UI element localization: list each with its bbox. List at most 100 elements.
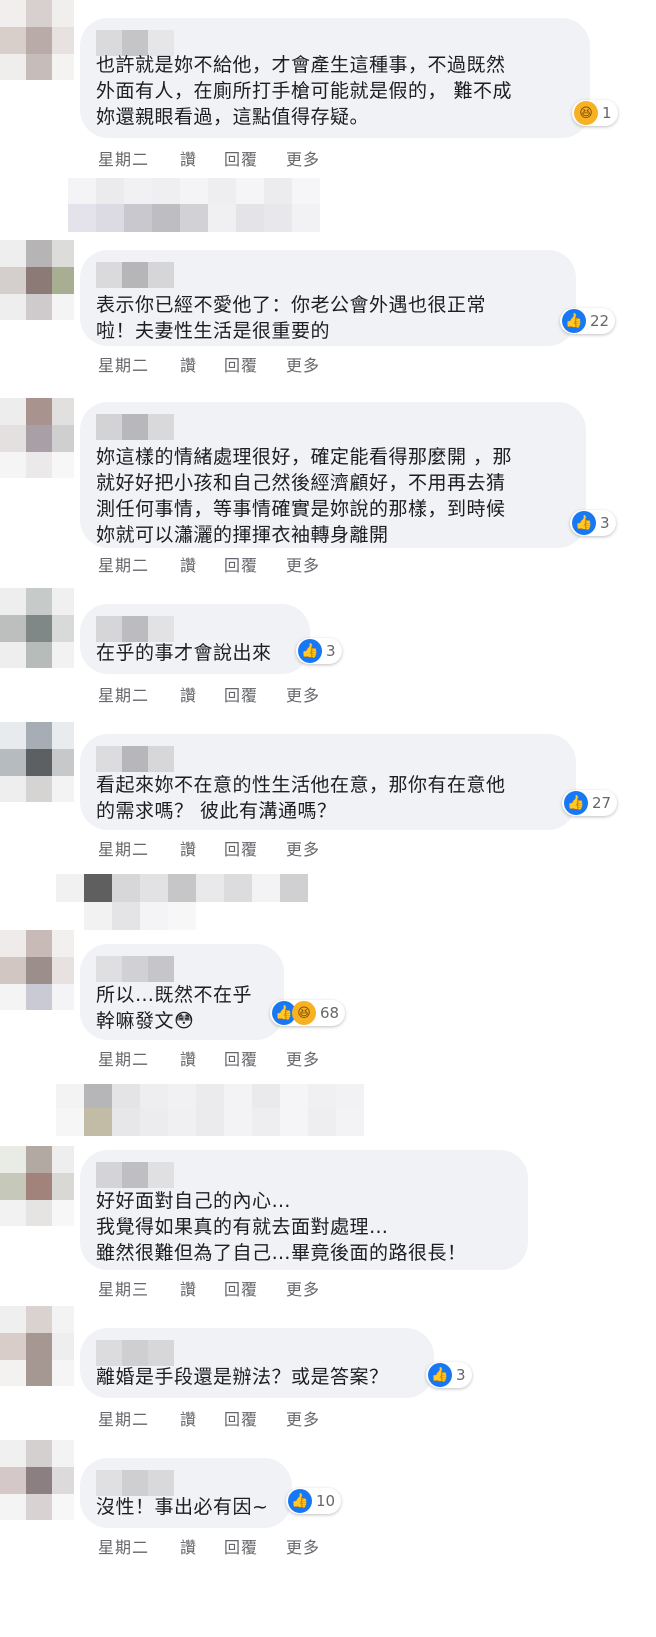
reaction-summary[interactable]: 👍 3 bbox=[426, 1362, 472, 1388]
like-link[interactable]: 讚 bbox=[180, 836, 224, 860]
comment-timestamp[interactable]: 星期二 bbox=[98, 1406, 180, 1430]
commenter-name[interactable] bbox=[96, 262, 558, 288]
avatar[interactable] bbox=[0, 240, 74, 320]
reply-link[interactable]: 回覆 bbox=[224, 552, 286, 576]
comment-bubble: 沒性！事出必有因~ bbox=[80, 1458, 292, 1528]
avatar[interactable] bbox=[0, 930, 74, 1010]
comment-timestamp[interactable]: 星期二 bbox=[98, 1046, 180, 1070]
like-link[interactable]: 讚 bbox=[180, 352, 224, 376]
comment-bubble: 妳這樣的情緒處理很好，確定能看得那麼開 ，那 就好好把小孩和自己然後經濟顧好，不… bbox=[80, 402, 586, 548]
more-link[interactable]: 更多 bbox=[286, 1276, 320, 1300]
reaction-summary[interactable]: 👍 3 bbox=[570, 510, 616, 536]
haha-reaction-icon: 😆 bbox=[574, 101, 598, 125]
like-link[interactable]: 讚 bbox=[180, 552, 224, 576]
comment-timestamp[interactable]: 星期三 bbox=[98, 1276, 180, 1300]
avatar[interactable] bbox=[0, 588, 74, 668]
like-link[interactable]: 讚 bbox=[180, 146, 224, 170]
more-link[interactable]: 更多 bbox=[286, 552, 320, 576]
commenter-name[interactable] bbox=[96, 414, 568, 440]
reaction-summary[interactable]: 👍 22 bbox=[560, 308, 616, 334]
comment-bubble: 也許就是妳不給他，才會產生這種事，不過既然 外面有人，在廁所打手槍可能就是假的，… bbox=[80, 18, 590, 138]
comment-text: 看起來妳不在意的性生活他在意，那你有在意他 的需求嗎？ 彼此有溝通嗎？ bbox=[96, 774, 506, 822]
reply-link[interactable]: 回覆 bbox=[224, 146, 286, 170]
comment-text: 所以…既然不在乎 幹嘛發文😳 bbox=[96, 984, 253, 1032]
reply-thread-link[interactable] bbox=[68, 178, 320, 206]
comment-text: 表示你已經不愛他了：你老公會外遇也很正常 啦！夫妻性生活是很重要的 bbox=[96, 294, 487, 342]
comment-text: 好好面對自己的內心… 我覺得如果真的有就去面對處理… 雖然很難但為了自己…畢竟後… bbox=[96, 1190, 467, 1264]
like-reaction-icon: 👍 bbox=[562, 309, 586, 333]
reply-link[interactable]: 回覆 bbox=[224, 1276, 286, 1300]
reply-link[interactable]: 回覆 bbox=[224, 1534, 286, 1558]
like-link[interactable]: 讚 bbox=[180, 1406, 224, 1430]
reply-link[interactable]: 回覆 bbox=[224, 682, 286, 706]
comment-timestamp[interactable]: 星期二 bbox=[98, 1534, 180, 1558]
commenter-name[interactable] bbox=[96, 1470, 274, 1496]
more-link[interactable]: 更多 bbox=[286, 352, 320, 376]
comment-text: 離婚是手段還是辦法？或是答案？ bbox=[96, 1366, 389, 1388]
avatar[interactable] bbox=[0, 1306, 74, 1386]
like-link[interactable]: 讚 bbox=[180, 1534, 224, 1558]
more-link[interactable]: 更多 bbox=[286, 146, 320, 170]
comment-bubble: 表示你已經不愛他了：你老公會外遇也很正常 啦！夫妻性生活是很重要的 bbox=[80, 250, 576, 346]
avatar[interactable] bbox=[0, 1440, 74, 1520]
reaction-summary[interactable]: 👍 😆 68 bbox=[270, 1000, 346, 1026]
comment-bubble: 好好面對自己的內心… 我覺得如果真的有就去面對處理… 雖然很難但為了自己…畢竟後… bbox=[80, 1150, 528, 1270]
reply-thread-link[interactable] bbox=[56, 874, 308, 902]
comment-timestamp[interactable]: 星期二 bbox=[98, 682, 180, 706]
reaction-count: 3 bbox=[326, 642, 336, 660]
commenter-name[interactable] bbox=[96, 746, 558, 772]
reaction-count: 68 bbox=[320, 1004, 340, 1022]
reaction-summary[interactable]: 👍 3 bbox=[296, 638, 342, 664]
avatar[interactable] bbox=[0, 398, 74, 478]
comment-actions: 星期二 讚 回覆 更多 bbox=[98, 146, 320, 170]
avatar[interactable] bbox=[0, 722, 74, 802]
like-reaction-icon: 👍 bbox=[564, 791, 588, 815]
comment-text: 在乎的事才會說出來 bbox=[96, 642, 272, 664]
comment-actions: 星期二 讚 回覆 更多 bbox=[98, 352, 320, 376]
comment-timestamp[interactable]: 星期二 bbox=[98, 352, 180, 376]
reaction-summary[interactable]: 😆 1 bbox=[572, 100, 618, 126]
like-link[interactable]: 讚 bbox=[180, 1046, 224, 1070]
like-link[interactable]: 讚 bbox=[180, 1276, 224, 1300]
reaction-count: 10 bbox=[316, 1492, 336, 1510]
avatar[interactable] bbox=[0, 0, 74, 80]
comment-actions: 星期三 讚 回覆 更多 bbox=[98, 1276, 320, 1300]
reply-thread-link-2[interactable] bbox=[68, 204, 320, 232]
avatar[interactable] bbox=[0, 1146, 74, 1226]
like-reaction-icon: 👍 bbox=[298, 639, 322, 663]
comment-actions: 星期二 讚 回覆 更多 bbox=[98, 682, 320, 706]
more-link[interactable]: 更多 bbox=[286, 1534, 320, 1558]
reply-link[interactable]: 回覆 bbox=[224, 1406, 286, 1430]
more-link[interactable]: 更多 bbox=[286, 1046, 320, 1070]
commenter-name[interactable] bbox=[96, 616, 292, 642]
comment-bubble: 在乎的事才會說出來 bbox=[80, 604, 310, 674]
reply-link[interactable]: 回覆 bbox=[224, 836, 286, 860]
like-link[interactable]: 讚 bbox=[180, 682, 224, 706]
reaction-count: 3 bbox=[456, 1366, 466, 1384]
reaction-count: 1 bbox=[602, 104, 612, 122]
reply-thread-link-2[interactable] bbox=[84, 902, 196, 930]
comment-bubble: 所以…既然不在乎 幹嘛發文😳 bbox=[80, 944, 284, 1040]
reaction-count: 22 bbox=[590, 312, 610, 330]
comment-timestamp[interactable]: 星期二 bbox=[98, 552, 180, 576]
reaction-count: 3 bbox=[600, 514, 610, 532]
more-link[interactable]: 更多 bbox=[286, 836, 320, 860]
reply-link[interactable]: 回覆 bbox=[224, 1046, 286, 1070]
like-reaction-icon: 👍 bbox=[428, 1363, 452, 1387]
more-link[interactable]: 更多 bbox=[286, 1406, 320, 1430]
comment-timestamp[interactable]: 星期二 bbox=[98, 836, 180, 860]
commenter-name[interactable] bbox=[96, 1162, 510, 1188]
comment-text: 妳這樣的情緒處理很好，確定能看得那麼開 ，那 就好好把小孩和自己然後經濟顧好，不… bbox=[96, 446, 513, 546]
reply-thread-link-2[interactable] bbox=[56, 1108, 364, 1136]
comment-text: 沒性！事出必有因~ bbox=[96, 1496, 269, 1518]
haha-reaction-icon: 😆 bbox=[292, 1001, 316, 1025]
reaction-summary[interactable]: 👍 27 bbox=[562, 790, 618, 816]
like-reaction-icon: 👍 bbox=[288, 1489, 312, 1513]
reply-link[interactable]: 回覆 bbox=[224, 352, 286, 376]
commenter-name[interactable] bbox=[96, 1340, 416, 1366]
comment-timestamp[interactable]: 星期二 bbox=[98, 146, 180, 170]
commenter-name[interactable] bbox=[96, 956, 266, 982]
like-reaction-icon: 👍 bbox=[572, 511, 596, 535]
more-link[interactable]: 更多 bbox=[286, 682, 320, 706]
reaction-summary[interactable]: 👍 10 bbox=[286, 1488, 342, 1514]
